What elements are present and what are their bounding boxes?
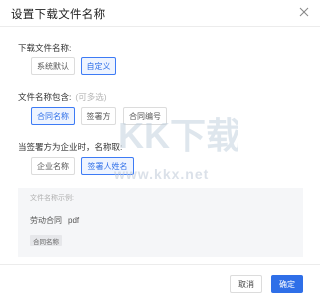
preview-tag: 合同名称 xyxy=(30,235,62,246)
signer-company-label: 当签署方为企业时，名称取: xyxy=(18,142,123,152)
option-signer[interactable]: 签署方 xyxy=(81,107,116,125)
option-system-default[interactable]: 系统默认 xyxy=(31,57,75,75)
preview-file-base: 劳动合同 xyxy=(30,216,62,225)
option-contract-number[interactable]: 合同编号 xyxy=(123,107,167,125)
download-name-label: 下载文件名称: xyxy=(18,43,72,53)
dialog-title: 设置下载文件名称 xyxy=(11,9,106,21)
header-divider xyxy=(0,26,320,27)
preview-file-name: 劳动合同 pdf xyxy=(30,215,79,226)
footer-divider xyxy=(0,264,320,265)
option-signer-person-name[interactable]: 签署人姓名 xyxy=(81,157,134,175)
cancel-button[interactable]: 取消 xyxy=(230,275,262,293)
confirm-button[interactable]: 确定 xyxy=(271,275,303,293)
download-name-dialog: 设置下载文件名称 下载文件名称: 系统默认 自定义 文件名称包含: (可多选) 合… xyxy=(0,0,320,301)
preview-file-extension: pdf xyxy=(68,216,80,225)
option-contract-name[interactable]: 合同名称 xyxy=(31,107,75,125)
file-name-contains-label: 文件名称包含: (可多选) xyxy=(18,92,107,102)
multi-select-hint: (可多选) xyxy=(75,92,107,102)
close-icon[interactable] xyxy=(298,6,310,18)
option-custom[interactable]: 自定义 xyxy=(81,57,116,75)
file-name-preview: 文件名称示例: 劳动合同 pdf 合同名称 xyxy=(18,188,303,257)
option-company-name[interactable]: 企业名称 xyxy=(31,157,75,175)
preview-title: 文件名称示例: xyxy=(30,195,74,202)
